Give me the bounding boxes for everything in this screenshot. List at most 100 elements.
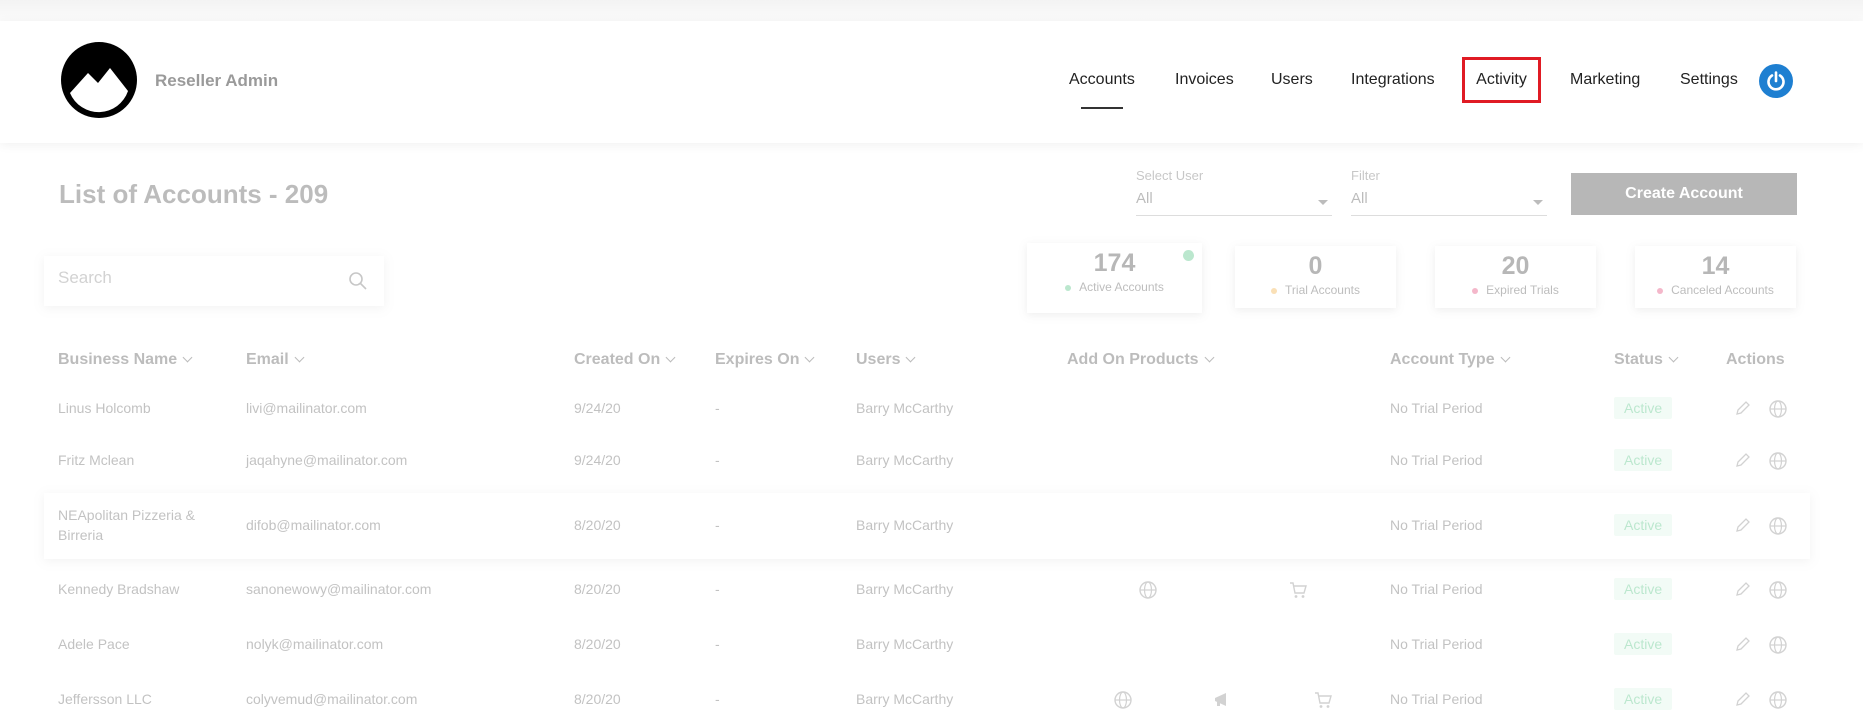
column-header-label: Business Name [58, 351, 178, 368]
stat-expired-label-text: Expired Trials [1486, 283, 1559, 297]
nav-activity-label: Activity [1476, 71, 1527, 88]
search-input[interactable] [58, 268, 328, 288]
globe-icon[interactable] [1768, 635, 1788, 660]
cell-created-on: 9/24/20 [574, 400, 621, 416]
column-header-label: Status [1614, 351, 1663, 368]
column-header-expires-on[interactable]: Expires On [715, 351, 815, 369]
status-badge: Active [1614, 688, 1673, 710]
globe-icon[interactable] [1768, 690, 1788, 715]
column-header-account-type[interactable]: Account Type [1390, 351, 1511, 369]
edit-icon[interactable] [1734, 399, 1752, 422]
status-badge: Active [1614, 578, 1673, 600]
cell-created-on: 8/20/20 [574, 636, 621, 652]
app-header: Reseller Admin Accounts Invoices Users I… [0, 21, 1863, 143]
cell-business-name: Linus Holcomb [58, 400, 151, 416]
cell-created-on: 8/20/20 [574, 517, 621, 533]
status-badge: Active [1614, 514, 1673, 536]
stat-canceled-accounts[interactable]: 14 Canceled Accounts [1635, 246, 1796, 308]
cell-account-type: No Trial Period [1390, 581, 1483, 597]
stat-trial-label-text: Trial Accounts [1285, 283, 1360, 297]
cell-email[interactable]: livi@mailinator.com [246, 400, 367, 416]
nav-users[interactable]: Users [1271, 71, 1313, 89]
search-icon [349, 272, 367, 290]
edit-icon[interactable] [1734, 635, 1752, 658]
chevron-down-icon [294, 352, 305, 363]
stat-expired-trials[interactable]: 20 Expired Trials [1435, 246, 1596, 308]
nav-invoices[interactable]: Invoices [1175, 71, 1234, 89]
nav-accounts[interactable]: Accounts [1069, 71, 1135, 109]
column-header-users[interactable]: Users [856, 351, 916, 369]
cell-created-on: 9/24/20 [574, 452, 621, 468]
table-row[interactable]: Kennedy Bradshaw sanonewowy@mailinator.co… [44, 570, 1810, 610]
cell-expires-on: - [715, 581, 720, 597]
filter-dropdown[interactable]: All [1351, 190, 1547, 216]
edit-icon[interactable] [1734, 580, 1752, 603]
top-strip [0, 0, 1863, 21]
cell-email[interactable]: difob@mailinator.com [246, 517, 381, 533]
column-header-label: Email [246, 351, 289, 368]
globe-icon[interactable] [1768, 580, 1788, 605]
cell-expires-on: - [715, 636, 720, 652]
globe-icon [1138, 580, 1158, 605]
cell-email[interactable]: jaqahyne@mailinator.com [246, 452, 407, 468]
edit-icon[interactable] [1734, 451, 1752, 474]
select-user-value: All [1136, 190, 1153, 207]
cell-email[interactable]: sanonewowy@mailinator.com [246, 581, 431, 597]
main-content: List of Accounts - 209 Select User All F… [0, 143, 1863, 728]
globe-icon[interactable] [1768, 516, 1788, 541]
filter-label: Filter [1351, 168, 1380, 183]
table-row[interactable]: Adele Pace nolyk@mailinator.com 8/20/20 - Ba… [44, 625, 1810, 665]
chevron-down-icon [665, 352, 676, 363]
edit-icon[interactable] [1734, 690, 1752, 713]
cell-expires-on: - [715, 400, 720, 416]
table-row[interactable]: Linus Holcomb livi@mailinator.com 9/24/20 -… [44, 389, 1810, 429]
cell-account-type: No Trial Period [1390, 400, 1483, 416]
nav-settings[interactable]: Settings [1680, 71, 1738, 89]
cell-users: Barry McCarthy [856, 400, 954, 416]
nav-integrations[interactable]: Integrations [1351, 71, 1435, 89]
status-badge: Active [1614, 449, 1673, 471]
chevron-down-icon [1533, 200, 1543, 205]
cell-business-name: Adele Pace [58, 636, 130, 652]
dot-icon [1271, 287, 1278, 294]
column-header-label: Add On Products [1067, 351, 1199, 368]
cell-email[interactable]: nolyk@mailinator.com [246, 636, 383, 652]
chevron-down-icon [182, 352, 193, 363]
table-row[interactable]: Jeffersson LLC colyvemud@mailinator.com 8/… [44, 680, 1810, 720]
cell-created-on: 8/20/20 [574, 691, 621, 707]
chevron-down-icon [1668, 352, 1679, 363]
globe-icon[interactable] [1768, 399, 1788, 424]
power-icon [1767, 71, 1785, 91]
search-box [44, 256, 384, 306]
nav-activity[interactable]: Activity [1462, 57, 1541, 103]
power-button[interactable] [1759, 64, 1793, 98]
globe-icon[interactable] [1768, 451, 1788, 476]
column-header-add-on-products[interactable]: Add On Products [1067, 351, 1215, 369]
table-row[interactable]: Fritz Mclean jaqahyne@mailinator.com 9/24/… [44, 441, 1810, 481]
chevron-down-icon [1318, 200, 1328, 205]
cell-email[interactable]: colyvemud@mailinator.com [246, 691, 417, 707]
create-account-button[interactable]: Create Account [1571, 173, 1797, 215]
table-row[interactable]: NEApolitan Pizzeria & Birreria difob@mail… [44, 493, 1810, 559]
chevron-down-icon [1500, 352, 1511, 363]
nav-marketing[interactable]: Marketing [1570, 71, 1640, 89]
dot-icon [1657, 287, 1664, 294]
stat-active-label-text: Active Accounts [1079, 280, 1164, 294]
column-header-business-name[interactable]: Business Name [58, 351, 193, 369]
cart-icon [1288, 580, 1308, 605]
stat-trial-accounts[interactable]: 0 Trial Accounts [1235, 246, 1396, 308]
cell-business-name: Jeffersson LLC [58, 691, 152, 707]
brand-name: Reseller Admin [155, 71, 279, 90]
status-dot-icon [1183, 250, 1194, 261]
column-header-email[interactable]: Email [246, 351, 305, 369]
column-header-label: Account Type [1390, 351, 1495, 368]
column-header-created-on[interactable]: Created On [574, 351, 676, 369]
cell-users: Barry McCarthy [856, 452, 954, 468]
edit-icon[interactable] [1734, 516, 1752, 539]
globe-icon [1113, 690, 1133, 715]
select-user-dropdown[interactable]: All [1136, 190, 1332, 216]
stat-active-value: 174 [1093, 249, 1136, 277]
cell-users: Barry McCarthy [856, 636, 954, 652]
column-header-status[interactable]: Status [1614, 351, 1679, 369]
stat-active-accounts[interactable]: 174 Active Accounts [1027, 243, 1202, 313]
